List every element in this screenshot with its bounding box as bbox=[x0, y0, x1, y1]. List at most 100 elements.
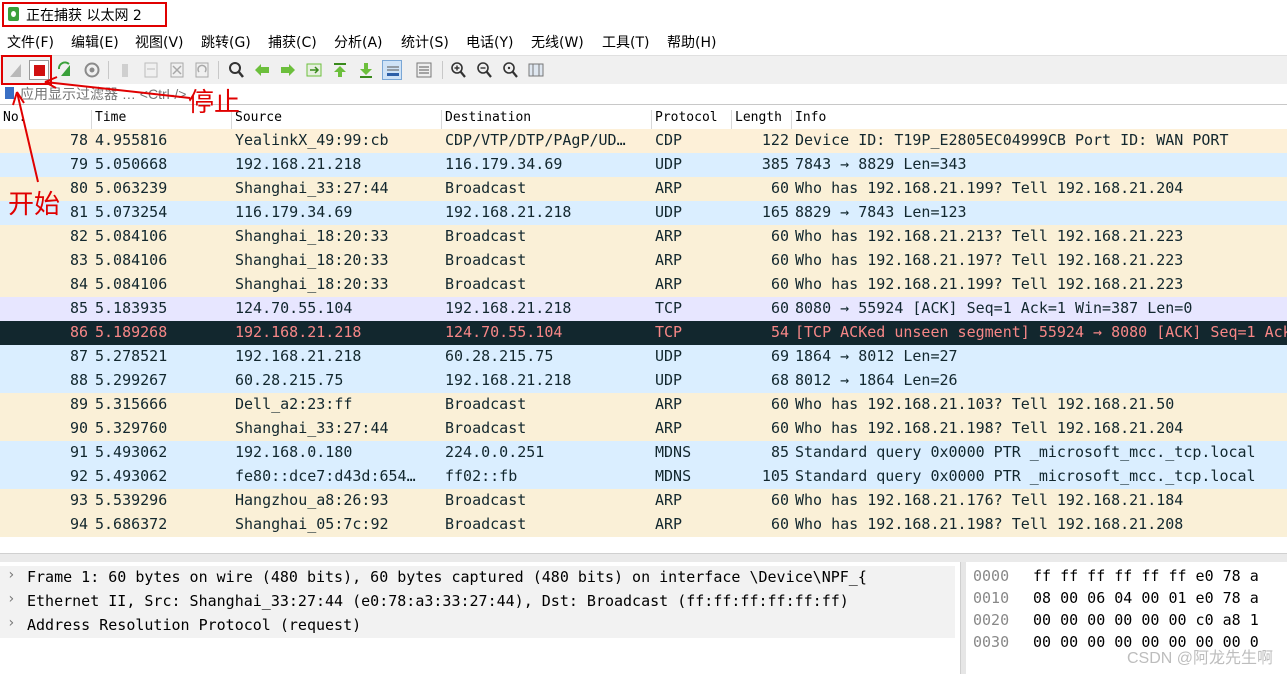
packet-cell-src: 192.168.21.218 bbox=[235, 347, 362, 365]
packet-cell-dst: 116.179.34.69 bbox=[445, 155, 563, 173]
packet-cell-dst: 192.168.21.218 bbox=[445, 371, 572, 389]
stop-square-icon[interactable] bbox=[29, 60, 49, 80]
search-icon[interactable] bbox=[226, 60, 246, 80]
back-arrow-icon[interactable] bbox=[252, 60, 272, 80]
column-length[interactable]: Length bbox=[731, 110, 782, 129]
packet-row[interactable]: 86 5.189268 192.168.21.218 124.70.55.104 TCP… bbox=[0, 321, 1287, 345]
packet-cell-time: 5.493062 bbox=[95, 467, 168, 485]
close-file-icon[interactable] bbox=[167, 60, 187, 80]
shark-fin-start-icon[interactable] bbox=[6, 60, 26, 80]
menu-tools[interactable]: 工具(T) bbox=[602, 32, 649, 52]
watermark: CSDN @阿龙先生啊 bbox=[1126, 650, 1273, 667]
packet-cell-len: 60 bbox=[770, 419, 789, 437]
packet-cell-dst: Broadcast bbox=[445, 419, 527, 437]
packet-cell-proto: ARP bbox=[655, 515, 683, 533]
save-file-icon[interactable] bbox=[141, 60, 161, 80]
open-file-icon[interactable] bbox=[116, 60, 136, 80]
packet-cell-time: 5.315666 bbox=[95, 395, 168, 413]
zoom-in-icon[interactable] bbox=[448, 60, 468, 80]
packet-cell-len: 60 bbox=[770, 299, 789, 317]
packet-cell-proto: ARP bbox=[655, 275, 683, 293]
goto-packet-icon[interactable] bbox=[304, 60, 324, 80]
menu-telephony[interactable]: 电话(Y) bbox=[466, 32, 513, 52]
detail-ethernet[interactable]: › Ethernet II, Src: Shanghai_33:27:44 (e… bbox=[0, 590, 955, 614]
packet-list: No. Time Source Destination Protocol Len… bbox=[0, 107, 1287, 539]
packet-cell-src: fe80::dce7:d43d:654… bbox=[235, 467, 416, 485]
packet-cell-info: 8012 → 1864 Len=26 bbox=[795, 371, 958, 389]
column-time[interactable]: Time bbox=[91, 110, 126, 129]
packet-row[interactable]: 84 5.084106 Shanghai_18:20:33 Broadcast ARP 6… bbox=[0, 273, 1287, 297]
packet-row[interactable]: 78 4.955816 YealinkX_49:99:cb CDP/VTP/DTP/P… bbox=[0, 129, 1287, 153]
menu-edit[interactable]: 编辑(E) bbox=[71, 32, 119, 52]
detail-arp[interactable]: › Address Resolution Protocol (request) bbox=[0, 614, 955, 638]
packet-cell-no: 82 bbox=[69, 227, 88, 245]
packet-cell-proto: UDP bbox=[655, 155, 683, 173]
menu-capture[interactable]: 捕获(C) bbox=[268, 32, 317, 52]
menu-file[interactable]: 文件(F) bbox=[7, 32, 54, 52]
packet-row[interactable]: 81 5.073254 116.179.34.69 192.168.21.218 UDP… bbox=[0, 201, 1287, 225]
packet-cell-info: Standard query 0x0000 PTR _microsoft_mcc… bbox=[795, 443, 1256, 461]
reload-icon[interactable] bbox=[192, 60, 212, 80]
menu-bar: 文件(F) 编辑(E) 视图(V) 跳转(G) 捕获(C) 分析(A) 统计(S… bbox=[0, 30, 1287, 54]
packet-row[interactable]: 87 5.278521 192.168.21.218 60.28.215.75 UDP 6… bbox=[0, 345, 1287, 369]
packet-row[interactable]: 83 5.084106 Shanghai_18:20:33 Broadcast ARP 6… bbox=[0, 249, 1287, 273]
menu-wireless[interactable]: 无线(W) bbox=[531, 32, 584, 52]
packet-cell-info: Who has 192.168.21.199? Tell 192.168.21.… bbox=[795, 179, 1184, 197]
colorize-icon[interactable] bbox=[414, 60, 434, 80]
options-gear-icon[interactable] bbox=[82, 60, 102, 80]
packet-cell-src: 116.179.34.69 bbox=[235, 203, 353, 221]
detail-frame[interactable]: › Frame 1: 60 bytes on wire (480 bits), … bbox=[0, 566, 955, 590]
packet-cell-proto: ARP bbox=[655, 419, 683, 437]
chevron-right-icon[interactable]: › bbox=[7, 567, 15, 583]
packet-row[interactable]: 88 5.299267 60.28.215.75 192.168.21.218 UDP 6… bbox=[0, 369, 1287, 393]
start-annotation: 开始 bbox=[8, 190, 61, 220]
packet-cell-dst: ff02::fb bbox=[445, 467, 518, 485]
column-no[interactable]: No. bbox=[0, 110, 26, 129]
packet-cell-proto: ARP bbox=[655, 251, 683, 269]
packet-details-pane: › Frame 1: 60 bytes on wire (480 bits), … bbox=[0, 562, 960, 674]
packet-cell-info: [TCP ACKed unseen segment] 55924 → 8080 … bbox=[795, 323, 1287, 341]
packet-cell-info: 8829 → 7843 Len=123 bbox=[795, 203, 967, 221]
packet-cell-proto: ARP bbox=[655, 395, 683, 413]
autoscroll-icon[interactable] bbox=[382, 60, 402, 80]
menu-help[interactable]: 帮助(H) bbox=[667, 32, 716, 52]
packet-row[interactable]: 80 5.063239 Shanghai_33:27:44 Broadcast ARP 6… bbox=[0, 177, 1287, 201]
packet-row[interactable]: 82 5.084106 Shanghai_18:20:33 Broadcast ARP 6… bbox=[0, 225, 1287, 249]
packet-row[interactable]: 89 5.315666 Dell_a2:23:ff Broadcast ARP 60 Who… bbox=[0, 393, 1287, 417]
column-destination[interactable]: Destination bbox=[441, 110, 531, 129]
packet-row[interactable]: 92 5.493062 fe80::dce7:d43d:654… ff02::fb MD… bbox=[0, 465, 1287, 489]
packet-row[interactable]: 85 5.183935 124.70.55.104 192.168.21.218 TCP… bbox=[0, 297, 1287, 321]
packet-cell-len: 60 bbox=[770, 179, 789, 197]
packet-row[interactable]: 91 5.493062 192.168.0.180 224.0.0.251 MDNS 85… bbox=[0, 441, 1287, 465]
zoom-normal-icon[interactable] bbox=[500, 60, 520, 80]
bookmark-icon[interactable] bbox=[5, 87, 14, 99]
column-protocol[interactable]: Protocol bbox=[651, 110, 718, 129]
packet-cell-dst: CDP/VTP/DTP/PAgP/UD… bbox=[445, 131, 626, 149]
chevron-right-icon[interactable]: › bbox=[7, 615, 15, 631]
menu-go[interactable]: 跳转(G) bbox=[201, 32, 251, 52]
zoom-out-icon[interactable] bbox=[474, 60, 494, 80]
packet-cell-time: 5.539296 bbox=[95, 491, 168, 509]
main-toolbar bbox=[0, 55, 1287, 85]
packet-cell-no: 78 bbox=[69, 131, 88, 149]
resize-columns-icon[interactable] bbox=[526, 60, 546, 80]
packet-cell-no: 94 bbox=[69, 515, 88, 533]
packet-cell-src: Shanghai_18:20:33 bbox=[235, 251, 389, 269]
packet-cell-dst: 60.28.215.75 bbox=[445, 347, 554, 365]
chevron-right-icon[interactable]: › bbox=[7, 591, 15, 607]
packet-cell-dst: Broadcast bbox=[445, 515, 527, 533]
last-packet-icon[interactable] bbox=[356, 60, 376, 80]
packet-cell-no: 83 bbox=[69, 251, 88, 269]
forward-arrow-icon[interactable] bbox=[278, 60, 298, 80]
column-info[interactable]: Info bbox=[791, 110, 826, 129]
packet-cell-dst: Broadcast bbox=[445, 395, 527, 413]
first-packet-icon[interactable] bbox=[330, 60, 350, 80]
packet-row[interactable]: 93 5.539296 Hangzhou_a8:26:93 Broadcast ARP 6… bbox=[0, 489, 1287, 513]
restart-icon[interactable] bbox=[56, 60, 76, 80]
menu-statistics[interactable]: 统计(S) bbox=[401, 32, 449, 52]
packet-row[interactable]: 94 5.686372 Shanghai_05:7c:92 Broadcast ARP 6… bbox=[0, 513, 1287, 537]
menu-analyze[interactable]: 分析(A) bbox=[334, 32, 383, 52]
menu-view[interactable]: 视图(V) bbox=[135, 32, 184, 52]
packet-row[interactable]: 90 5.329760 Shanghai_33:27:44 Broadcast ARP 6… bbox=[0, 417, 1287, 441]
packet-row[interactable]: 79 5.050668 192.168.21.218 116.179.34.69 UDP… bbox=[0, 153, 1287, 177]
